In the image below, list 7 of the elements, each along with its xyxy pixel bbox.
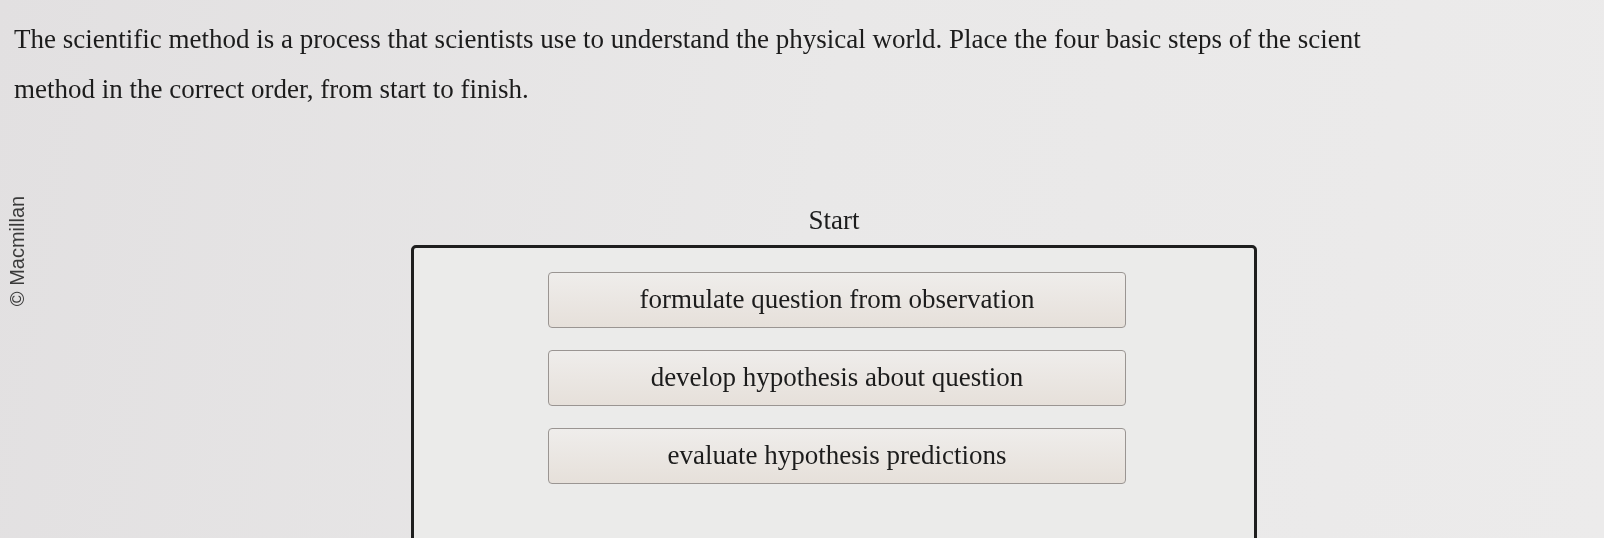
draggable-step[interactable]: evaluate hypothesis predictions — [548, 427, 1126, 484]
copyright-text: © Macmillan — [5, 195, 30, 307]
question-text: The scientific method is a process that scientists use to understand the physical world. Place the four basic steps of the scient — [14, 23, 1361, 56]
draggable-step[interactable]: formulate question from observation — [548, 271, 1126, 328]
start-label: Start — [808, 204, 860, 237]
question-text: method in the correct order, from start to finish. — [14, 73, 529, 106]
draggable-step[interactable]: develop hypothesis about question — [548, 349, 1126, 406]
